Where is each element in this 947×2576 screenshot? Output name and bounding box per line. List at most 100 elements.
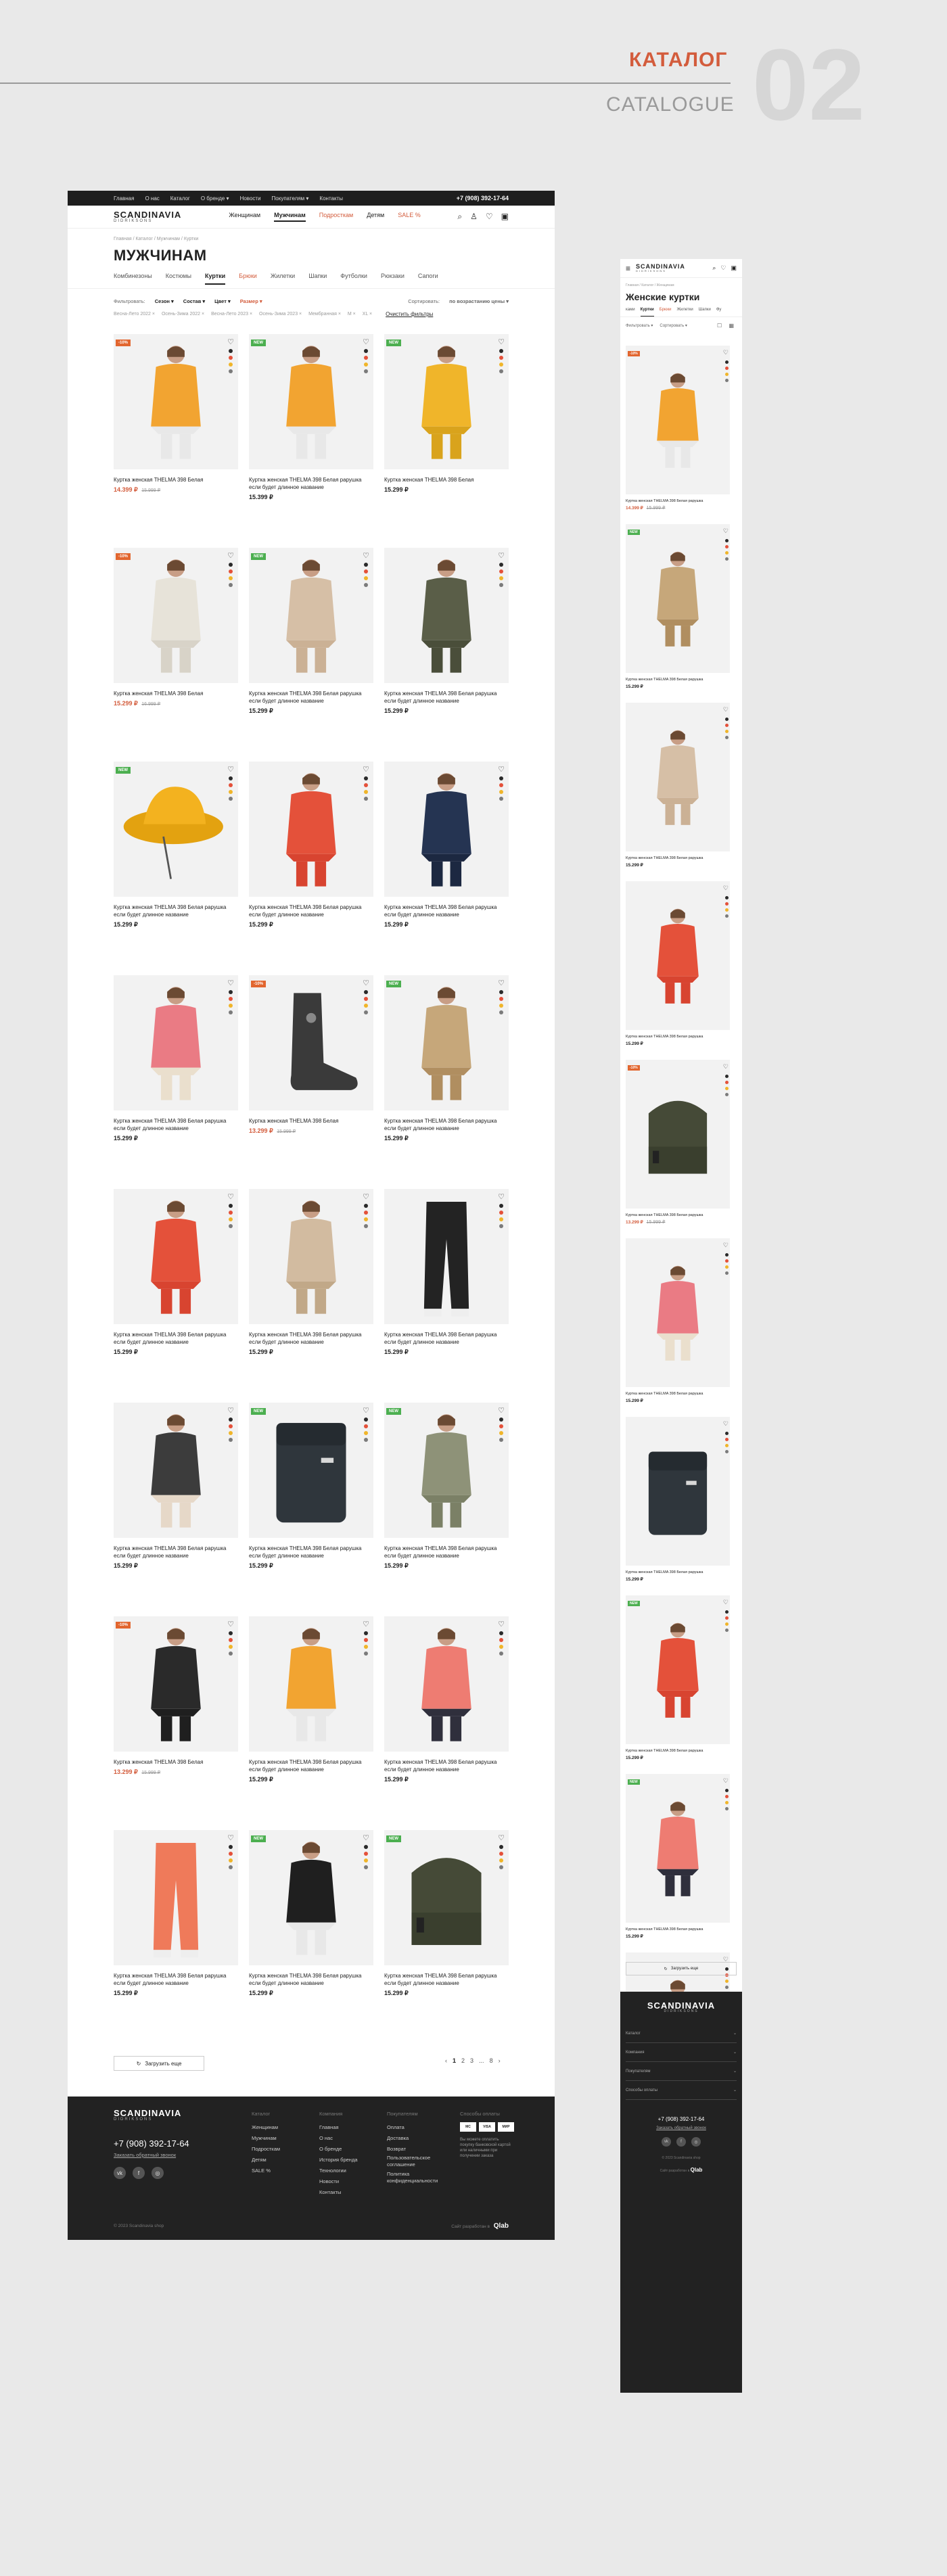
facebook-icon[interactable]: f [676, 2137, 686, 2147]
color-swatch[interactable] [499, 790, 503, 794]
heart-icon[interactable]: ♡ [227, 1406, 234, 1415]
color-swatch[interactable] [364, 997, 368, 1001]
heart-icon[interactable]: ♡ [498, 765, 505, 774]
color-swatch[interactable] [725, 724, 729, 727]
mobile-breadcrumb[interactable]: Главная / Каталог / Женщинам [620, 283, 742, 287]
color-swatch[interactable] [364, 1631, 368, 1635]
color-swatch[interactable] [364, 776, 368, 780]
footer-link[interactable]: Политика конфиденциальности [387, 2171, 449, 2184]
product-card[interactable]: NEW ♡ Куртка женская THELMA 398 Белая 15… [384, 334, 509, 548]
heart-icon[interactable]: ♡ [227, 551, 234, 560]
product-image[interactable]: ♡ [384, 548, 509, 683]
color-swatch[interactable] [725, 367, 729, 370]
color-swatch[interactable] [364, 1438, 368, 1442]
color-swatch[interactable] [229, 1645, 233, 1649]
color-swatch[interactable] [725, 1629, 729, 1632]
product-name[interactable]: Куртка женская THELMA 398 Белая рарушка … [249, 1758, 373, 1773]
heart-icon[interactable]: ♡ [363, 1192, 369, 1201]
color-swatch[interactable] [364, 1418, 368, 1422]
product-name[interactable]: Куртка женская THELMA 398 Белая рарушка [626, 677, 737, 682]
mobile-callback-link[interactable]: Заказать обратный звонок [620, 2126, 742, 2130]
product-image[interactable]: ♡ [114, 1830, 238, 1965]
callback-link[interactable]: Заказать обратный звонок [114, 2152, 176, 2158]
color-swatch[interactable] [725, 896, 729, 899]
product-card[interactable]: -10% ♡ Куртка женская THELMA 398 Белая р… [626, 1060, 737, 1238]
color-swatch[interactable] [499, 576, 503, 580]
color-swatch[interactable] [499, 1652, 503, 1656]
heart-icon[interactable]: ♡ [498, 1833, 505, 1842]
footer-link[interactable]: О бренде [319, 2144, 358, 2155]
heart-icon[interactable]: ♡ [227, 1833, 234, 1842]
color-swatch[interactable] [725, 1616, 729, 1620]
color-swatch[interactable] [725, 1450, 729, 1453]
color-swatch[interactable] [364, 583, 368, 587]
topbar-link[interactable]: О нас [145, 195, 159, 202]
color-swatch[interactable] [499, 1217, 503, 1221]
tab-category[interactable]: Жилетки [271, 273, 295, 279]
color-swatch[interactable] [499, 362, 503, 367]
color-swatch[interactable] [364, 356, 368, 360]
tab-category[interactable]: Брюки [239, 273, 257, 279]
product-name[interactable]: Куртка женская THELMA 398 Белая рарушка [626, 1034, 737, 1039]
color-swatch[interactable] [725, 902, 729, 906]
color-swatch[interactable] [364, 1652, 368, 1656]
color-swatch[interactable] [725, 1438, 729, 1441]
color-swatch[interactable] [229, 990, 233, 994]
product-name[interactable]: Куртка женская THELMA 398 Белая [114, 690, 238, 697]
product-name[interactable]: Куртка женская THELMA 398 Белая рарушка … [384, 690, 509, 705]
color-swatch[interactable] [499, 1858, 503, 1863]
footer-link[interactable]: Мужчинам [252, 2133, 280, 2144]
heart-icon[interactable]: ♡ [363, 765, 369, 774]
footer-link[interactable]: Контакты [319, 2187, 358, 2198]
color-swatch[interactable] [229, 1010, 233, 1014]
product-image[interactable]: -10% ♡ [114, 1616, 238, 1752]
color-swatch[interactable] [229, 1438, 233, 1442]
heart-icon[interactable]: ♡ [227, 1192, 234, 1201]
product-card[interactable]: NEW ♡ Куртка женская THELMA 398 Белая ра… [384, 1403, 509, 1616]
footer-link[interactable]: Пользовательское соглашение [387, 2155, 449, 2168]
product-card[interactable]: ♡ Куртка женская THELMA 398 Белая рарушк… [384, 1616, 509, 1830]
prev-page-icon[interactable]: ‹ [445, 2057, 447, 2064]
color-swatch[interactable] [499, 1638, 503, 1642]
color-swatch[interactable] [725, 1081, 729, 1084]
color-swatch[interactable] [725, 1093, 729, 1096]
accordion-item[interactable]: Компания ⌄ [626, 2043, 737, 2062]
load-more-button[interactable]: ↻ Загрузить еще [114, 2056, 204, 2071]
footer-link[interactable]: Новости [319, 2176, 358, 2187]
heart-icon[interactable]: ♡ [723, 885, 729, 892]
topbar-link[interactable]: Контакты [319, 195, 343, 202]
product-image[interactable]: -10% ♡ [114, 548, 238, 683]
product-card[interactable]: NEW ♡ Куртка женская THELMA 398 Белая ра… [384, 1830, 509, 2044]
nav-men[interactable]: Мужчинам [274, 212, 306, 222]
filter-chip[interactable]: M × [348, 312, 356, 317]
filter-chip[interactable]: Весна-Лето 2023 × [211, 312, 252, 317]
product-image[interactable]: -10% ♡ [249, 975, 373, 1110]
product-image[interactable]: ♡ [626, 703, 730, 851]
color-swatch[interactable] [364, 576, 368, 580]
heart-icon[interactable]: ♡ [498, 1406, 505, 1415]
color-swatch[interactable] [229, 362, 233, 367]
heart-icon[interactable]: ♡ [723, 528, 729, 535]
footer-link[interactable]: Женщинам [252, 2122, 280, 2133]
filter-chip[interactable]: Весна-Лето 2022 × [114, 312, 155, 317]
footer-link[interactable]: Доставка [387, 2133, 449, 2144]
filter-chip[interactable]: XL × [363, 312, 372, 317]
filter-dropdown[interactable]: Цвет ▾ [214, 298, 231, 304]
color-swatch[interactable] [725, 545, 729, 548]
color-swatch[interactable] [725, 1087, 729, 1090]
product-card[interactable]: ♡ Куртка женская THELMA 398 Белая рарушк… [384, 548, 509, 762]
color-swatch[interactable] [499, 563, 503, 567]
heart-icon[interactable]: ♡ [723, 1777, 729, 1785]
color-swatch[interactable] [725, 1265, 729, 1269]
color-swatch[interactable] [364, 569, 368, 573]
color-swatch[interactable] [229, 1217, 233, 1221]
tab-category[interactable]: Брюки [660, 308, 672, 317]
product-image[interactable]: -10% ♡ [114, 334, 238, 469]
product-image[interactable]: -10% ♡ [626, 346, 730, 494]
color-swatch[interactable] [229, 1652, 233, 1656]
color-swatch[interactable] [364, 1638, 368, 1642]
color-swatch[interactable] [229, 1865, 233, 1869]
color-swatch[interactable] [364, 790, 368, 794]
heart-icon[interactable]: ♡ [363, 337, 369, 346]
product-card[interactable]: -10% ♡ Куртка женская THELMA 398 Белая 1… [114, 334, 238, 548]
